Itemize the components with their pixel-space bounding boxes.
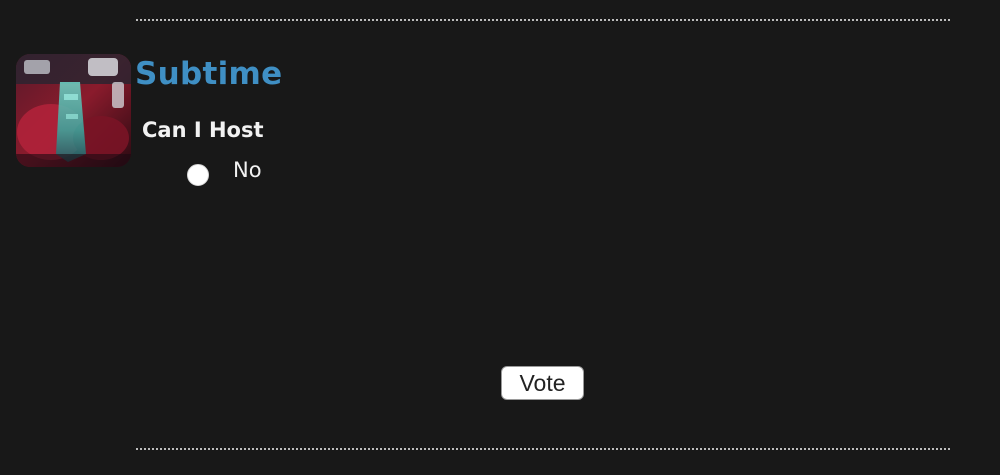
vote-button[interactable]: Vote — [501, 366, 584, 400]
bottom-divider — [136, 448, 950, 450]
poll-title: Subtime — [135, 56, 283, 92]
top-divider — [136, 19, 950, 21]
option-radio-no[interactable] — [187, 164, 209, 186]
poll-question: Can I Host — [142, 118, 264, 142]
option-label-no: No — [233, 158, 262, 182]
poll-thumbnail-image — [16, 54, 131, 167]
